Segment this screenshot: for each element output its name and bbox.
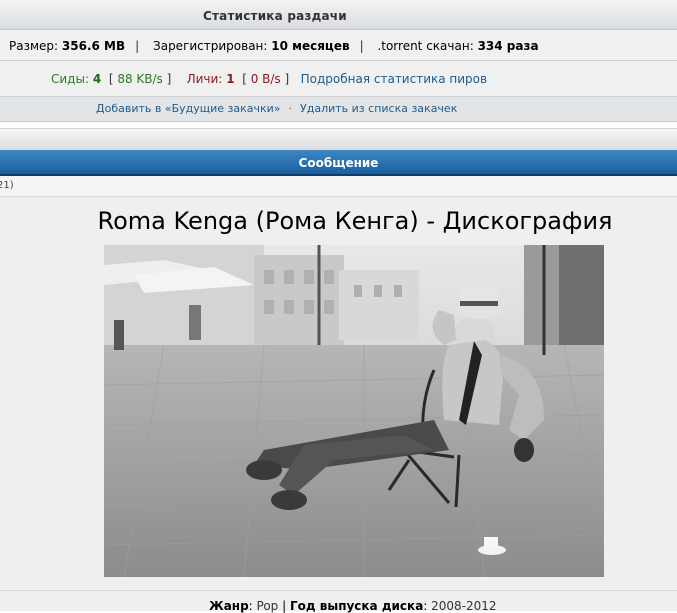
seeds-count: 4 xyxy=(92,72,102,86)
post-number-row: 21) xyxy=(0,176,677,197)
size-row: Размер: 356.6 MB | Зарегистрирован: 10 ме… xyxy=(0,30,677,61)
seeds-label: Сиды: xyxy=(51,72,89,86)
registered-value: 10 месяцев xyxy=(271,39,350,53)
leechers-label: Личи: xyxy=(186,72,223,86)
download-actions-row: Добавить в «Будущие закачки» · Удалить из … xyxy=(0,97,677,122)
post-number: 21) xyxy=(0,180,14,191)
peer-stats-link[interactable]: Подробная статистика пиров xyxy=(301,72,487,86)
downloaded-value: 334 раза xyxy=(477,39,539,53)
leechers-speed: 0 B/s xyxy=(250,72,281,86)
message-header-title: Сообщение xyxy=(298,156,379,170)
registered-label: Зарегистрирован: xyxy=(153,39,268,53)
size-value: 356.6 MB xyxy=(61,39,126,53)
post-section-header xyxy=(0,128,677,150)
post-title: Roma Kenga (Рома Кенга) - Дискография xyxy=(97,207,613,235)
downloaded-label: .torrent скачан: xyxy=(377,39,474,53)
cover-photo[interactable] xyxy=(104,245,604,577)
post-footer: Жанр: Pop | Год выпуска диска: 2008-2012 xyxy=(0,590,677,613)
size-label: Размер: xyxy=(9,39,59,53)
stats-header-title: Статистика раздачи xyxy=(203,9,347,23)
post-body: Roma Kenga (Рома Кенга) - Дискография xyxy=(0,197,677,590)
message-header: Сообщение xyxy=(0,150,677,176)
leechers-count: 1 xyxy=(226,72,235,86)
remove-from-downloads-link[interactable]: Удалить из списка закачек xyxy=(300,102,457,115)
stats-header: Статистика раздачи xyxy=(0,0,677,30)
separator-dot: · xyxy=(288,102,293,115)
peers-row: Сиды: 4 [ 88 KB/s ] Личи: 1 [ 0 B/s ] По… xyxy=(0,61,677,97)
seeds-speed: 88 KB/s xyxy=(117,72,163,86)
cover-photo-image xyxy=(104,245,604,577)
add-future-downloads-link[interactable]: Добавить в «Будущие закачки» xyxy=(96,102,281,115)
